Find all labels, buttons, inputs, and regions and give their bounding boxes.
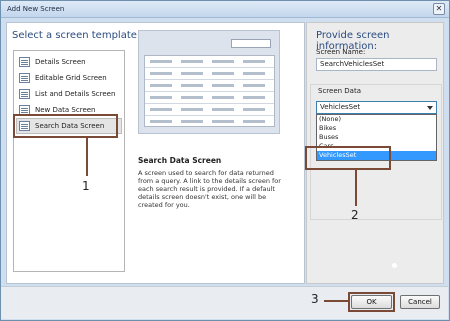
- template-item-list-details[interactable]: List and Details Screen: [17, 87, 121, 101]
- annotation-box-2: [305, 146, 391, 170]
- template-icon: [19, 73, 30, 83]
- template-heading: Select a screen template:: [12, 30, 141, 41]
- template-item-details[interactable]: Details Screen: [17, 55, 121, 69]
- template-icon: [19, 57, 30, 67]
- template-description-text: A screen used to search for data returne…: [138, 169, 281, 209]
- decorative-dot: [392, 263, 397, 268]
- dropdown-arrow-icon[interactable]: [427, 106, 433, 110]
- dropdown-option[interactable]: Bikes: [317, 124, 436, 133]
- template-item-editable-grid[interactable]: Editable Grid Screen: [17, 71, 121, 85]
- close-icon[interactable]: ✕: [433, 3, 445, 15]
- preview-search-box: [231, 39, 271, 48]
- window-title: Add New Screen: [7, 5, 65, 13]
- annotation-number-1: 1: [82, 179, 90, 193]
- title-bar: Add New Screen ✕: [1, 1, 449, 18]
- template-item-label: Editable Grid Screen: [35, 74, 107, 82]
- template-description-title: Search Data Screen: [138, 156, 222, 165]
- annotation-number-2: 2: [351, 208, 359, 222]
- template-item-label: Details Screen: [35, 58, 86, 66]
- screen-name-input[interactable]: SearchVehiclesSet: [316, 58, 437, 71]
- template-icon: [19, 89, 30, 99]
- screen-data-label: Screen Data: [318, 87, 362, 95]
- ok-button[interactable]: OK: [351, 295, 392, 309]
- annotation-box-1: [13, 114, 118, 138]
- annotation-number-3: 3: [311, 292, 319, 306]
- cancel-button[interactable]: Cancel: [400, 295, 440, 309]
- template-item-label: New Data Screen: [35, 106, 96, 114]
- annotation-line-2: [355, 170, 357, 206]
- screen-name-label: Screen Name:: [316, 48, 366, 56]
- screen-data-select[interactable]: VehiclesSet: [316, 101, 437, 114]
- annotation-line-1: [86, 138, 88, 176]
- dropdown-option[interactable]: (None): [317, 115, 436, 124]
- template-item-label: List and Details Screen: [35, 90, 116, 98]
- screen-data-selected-value: VehiclesSet: [320, 103, 361, 111]
- template-list: Details Screen Editable Grid Screen List…: [13, 50, 125, 272]
- template-preview-image: [138, 30, 280, 134]
- preview-grid: [144, 55, 275, 127]
- dropdown-option[interactable]: Buses: [317, 133, 436, 142]
- annotation-line-3: [324, 300, 348, 302]
